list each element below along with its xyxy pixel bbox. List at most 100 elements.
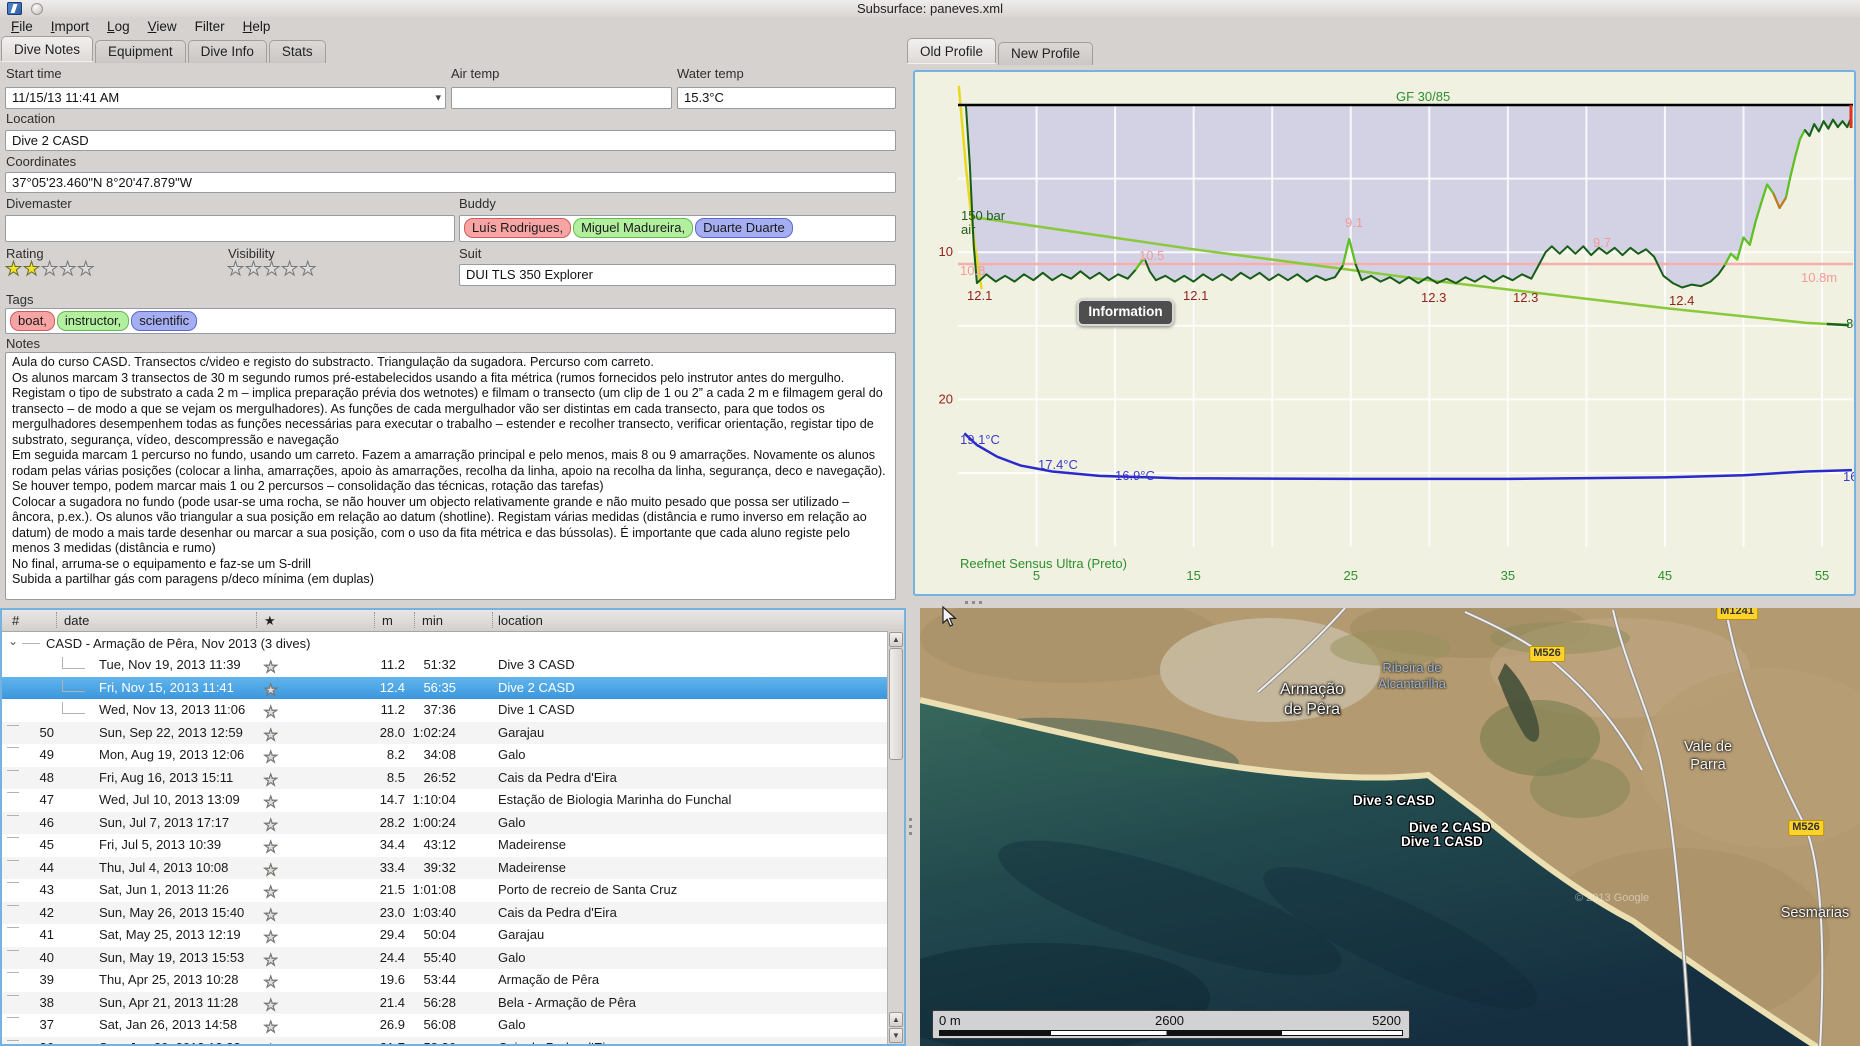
- star-icon[interactable]: ★: [299, 259, 317, 281]
- trip-group-row[interactable]: ⌄ CASD - Armação de Pêra, Nov 2013 (3 di…: [2, 633, 888, 653]
- star-icon[interactable]: ★: [263, 726, 277, 744]
- svg-text:16.9°C: 16.9°C: [1115, 468, 1155, 483]
- star-icon[interactable]: ★: [59, 259, 77, 281]
- star-icon[interactable]: ★: [263, 1041, 277, 1044]
- column-header-location[interactable]: location: [498, 613, 543, 628]
- star-icon[interactable]: ★: [263, 259, 281, 281]
- tab-dive-info[interactable]: Dive Info: [187, 40, 267, 63]
- star-icon[interactable]: ★: [23, 259, 41, 281]
- titlebar: Subsurface: paneves.xml: [0, 0, 1860, 17]
- start-time-combobox[interactable]: 11/15/13 11:41 AM ▾: [5, 87, 446, 109]
- column-header-min[interactable]: min: [422, 613, 443, 628]
- star-icon[interactable]: ★: [77, 259, 95, 281]
- dive-row[interactable]: 37 Sat, Jan 26, 2013 14:58 ★ ★ ★ ★ ★ 26.9 56:08 G…: [2, 1014, 888, 1037]
- scroll-up-icon[interactable]: ▲: [889, 632, 903, 647]
- column-header-num[interactable]: #: [12, 613, 19, 628]
- star-icon[interactable]: ★: [226, 259, 245, 281]
- star-icon[interactable]: ★: [263, 951, 277, 969]
- column-header-date[interactable]: date: [64, 613, 89, 628]
- tab-dive-notes[interactable]: Dive Notes: [1, 36, 94, 61]
- star-icon[interactable]: ★: [263, 748, 277, 767]
- suit-field[interactable]: DUI TLS 350 Explorer: [459, 264, 896, 286]
- star-icon[interactable]: ★: [263, 816, 277, 834]
- star-icon[interactable]: ★: [263, 973, 277, 992]
- star-icon[interactable]: ★: [263, 793, 277, 812]
- svg-text:10: 10: [939, 244, 953, 259]
- menu-filter[interactable]: Filter: [186, 17, 234, 36]
- menu-file[interactable]: File: [2, 17, 42, 36]
- star-icon[interactable]: ★: [281, 259, 299, 281]
- chip-instructor[interactable]: instructor,: [56, 311, 130, 331]
- dive-row[interactable]: 45 Fri, Jul 5, 2013 10:39 ★ ★ ★ ★ ★ 34.4 43:12 Ma…: [2, 834, 888, 857]
- coordinates-field[interactable]: 37°05'23.460"N 8°20'47.879"W: [5, 172, 896, 193]
- column-header-stars[interactable]: ★: [264, 613, 276, 629]
- dive-row[interactable]: 38 Sun, Apr 21, 2013 11:28 ★ ★ ★ ★ ★ 21.4 56:28 B…: [2, 991, 888, 1014]
- location-field[interactable]: Dive 2 CASD: [5, 130, 896, 151]
- dive-row[interactable]: 48 Fri, Aug 16, 2013 15:11 ★ ★ ★ ★ ★ 8.5 26:52 Ca…: [2, 766, 888, 789]
- star-icon[interactable]: ★: [41, 259, 59, 281]
- star-icon[interactable]: ★: [263, 883, 277, 902]
- horizontal-splitter[interactable]: [913, 596, 1860, 608]
- dive-row[interactable]: 41 Sat, May 25, 2013 12:19 ★ ★ ★ ★ ★ 29.4 50:04 G…: [2, 924, 888, 947]
- star-icon[interactable]: ★: [263, 771, 277, 789]
- tab-stats[interactable]: Stats: [268, 40, 326, 63]
- air-temp-field[interactable]: [451, 87, 672, 109]
- tab-old-profile[interactable]: Old Profile: [907, 38, 997, 63]
- dive-profile-chart[interactable]: 5 15 25 35 45 55 10 20 GF 30/85 150 bar air 10.8 12.…: [913, 70, 1856, 596]
- svg-text:35: 35: [1501, 568, 1515, 583]
- scrollbar-thumb[interactable]: [889, 648, 903, 760]
- dive-row[interactable]: 36Sun, Jan 20, 2013 12:33★★★★★21.758:36C…: [2, 1036, 888, 1044]
- dive-row[interactable]: 49 Mon, Aug 19, 2013 12:06 ★ ★ ★ ★ ★ 8.2 34:08 Ga…: [2, 744, 888, 767]
- dive-row[interactable]: 50 Sun, Sep 22, 2013 12:59 ★ ★ ★ ★ ★ 28.0 1:02:2…: [2, 721, 888, 744]
- dive-row[interactable]: 47 Wed, Jul 10, 2013 13:09 ★ ★ ★ ★ ★ 14.7 1:10:0…: [2, 789, 888, 812]
- dive-row[interactable]: 44 Thu, Jul 4, 2013 10:08 ★ ★ ★ ★ ★ 33.4 39:32 Ma…: [2, 856, 888, 879]
- chip-duarte-duarte[interactable]: Duarte Duarte: [695, 218, 793, 238]
- dive-row[interactable]: 46 Sun, Jul 7, 2013 17:17 ★ ★ ★ ★ ★ 28.2 1:00:24…: [2, 811, 888, 834]
- dive-list-header[interactable]: # date ★ m min location: [2, 610, 904, 632]
- scroll-up2-icon[interactable]: ▲: [889, 1012, 903, 1027]
- tags-field[interactable]: boat, instructor, scientific: [5, 308, 896, 334]
- star-icon[interactable]: ★: [263, 838, 277, 857]
- dive-row[interactable]: 40 Sun, May 19, 2013 15:53 ★ ★ ★ ★ ★ 24.4 55:40 G…: [2, 946, 888, 969]
- dive-list-scrollbar[interactable]: ▲ ▲ ▼: [887, 631, 904, 1044]
- tab-equipment[interactable]: Equipment: [95, 40, 186, 63]
- menu-import[interactable]: Import: [42, 17, 98, 36]
- chip-luís-rodrigues[interactable]: Luís Rodrigues,: [464, 218, 572, 238]
- divemaster-field[interactable]: [5, 215, 455, 242]
- star-icon[interactable]: ★: [263, 996, 277, 1014]
- star-icon[interactable]: ★: [263, 658, 277, 677]
- tab-new-profile[interactable]: New Profile: [998, 42, 1094, 65]
- star-icon[interactable]: ★: [263, 861, 277, 879]
- chip-boat[interactable]: boat,: [10, 311, 55, 331]
- dive-row[interactable]: Fri, Nov 15, 2013 11:41 ★ ★ ★ ★ ★ 12.4 56:35 Div…: [2, 676, 888, 699]
- map-view[interactable]: Armação de Pêra Ribeira de Alcantarilha Va…: [920, 608, 1860, 1046]
- star-icon[interactable]: ★: [245, 259, 263, 281]
- star-icon[interactable]: ★: [263, 1018, 277, 1037]
- water-temp-field[interactable]: 15.3°C: [677, 87, 896, 109]
- map-copyright: © 2013 Google: [1575, 892, 1650, 904]
- visibility-stars[interactable]: ★★★★★: [226, 258, 317, 281]
- chip-miguel-madureira[interactable]: Miguel Madureira,: [573, 218, 694, 238]
- dive-row[interactable]: Wed, Nov 13, 2013 11:06 ★ ★ ★ ★ ★ 11.2 37:36 Div…: [2, 699, 888, 722]
- dive-row[interactable]: 43 Sat, Jun 1, 2013 11:26 ★ ★ ★ ★ ★ 21.5 1:01:08…: [2, 879, 888, 902]
- menu-log[interactable]: Log: [98, 17, 139, 36]
- information-button[interactable]: Information: [1077, 299, 1174, 326]
- collapse-caret-icon[interactable]: ⌄: [8, 634, 18, 648]
- notes-textarea[interactable]: Aula do curso CASD. Transectos c/video e…: [5, 352, 896, 600]
- star-icon[interactable]: ★: [263, 906, 277, 924]
- star-icon[interactable]: ★: [263, 703, 277, 722]
- rating-stars[interactable]: ★★★★★: [4, 258, 95, 281]
- chevron-down-icon[interactable]: ▾: [435, 91, 441, 104]
- scroll-down-icon[interactable]: ▼: [889, 1028, 903, 1043]
- star-icon[interactable]: ★: [263, 681, 277, 699]
- dive-row[interactable]: 39 Thu, Apr 25, 2013 10:28 ★ ★ ★ ★ ★ 19.6 53:44 A…: [2, 969, 888, 992]
- dive-row[interactable]: Tue, Nov 19, 2013 11:39 ★ ★ ★ ★ ★ 11.2 51:32 Div…: [2, 654, 888, 677]
- chip-scientific[interactable]: scientific: [131, 311, 198, 331]
- menu-view[interactable]: View: [139, 17, 186, 36]
- buddy-field[interactable]: Luís Rodrigues, Miguel Madureira, Duarte D…: [459, 215, 896, 242]
- menu-help[interactable]: Help: [234, 17, 280, 36]
- dive-row[interactable]: 42 Sun, May 26, 2013 15:40 ★ ★ ★ ★ ★ 23.0 1:03:4…: [2, 901, 888, 924]
- star-icon[interactable]: ★: [4, 259, 23, 281]
- column-header-m[interactable]: m: [382, 613, 393, 628]
- star-icon[interactable]: ★: [263, 928, 277, 947]
